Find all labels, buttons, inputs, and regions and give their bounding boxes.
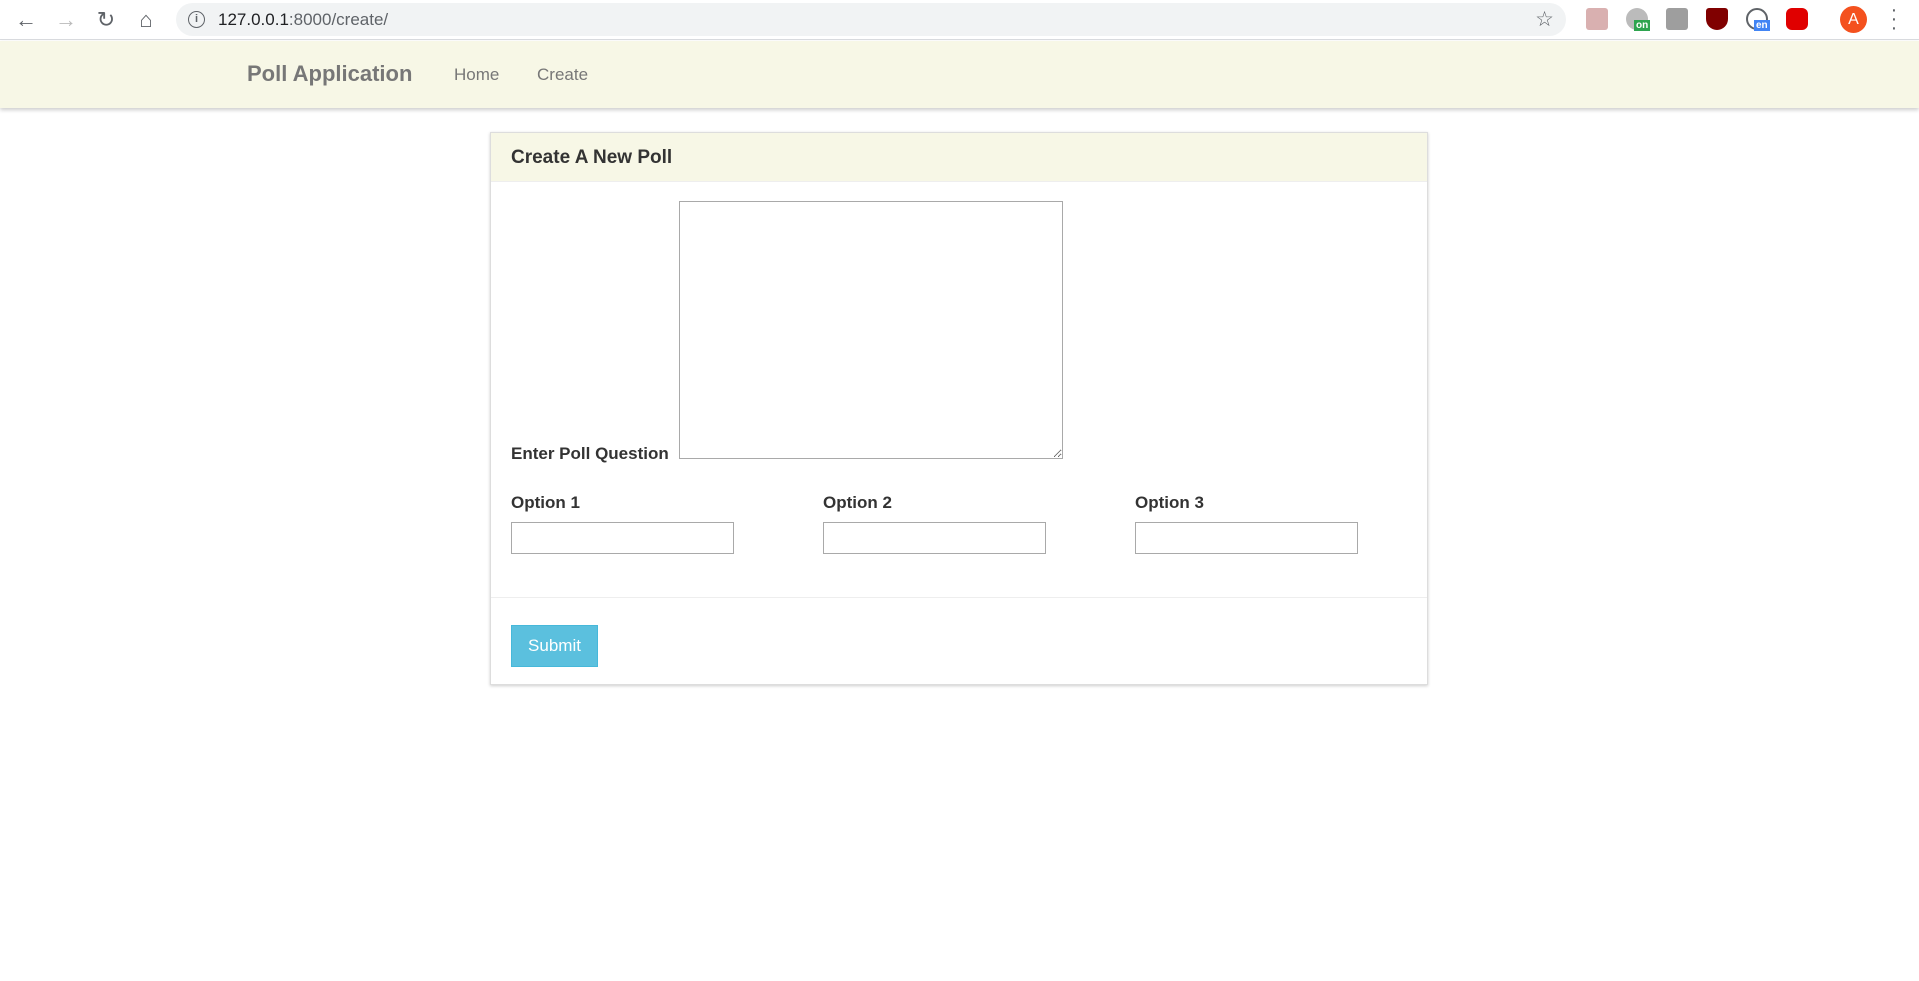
timer-on-icon[interactable]: on	[1626, 8, 1651, 31]
forward-icon[interactable]: →	[52, 8, 80, 32]
translate-icon[interactable]: en	[1746, 8, 1770, 31]
option1-label: Option 1	[511, 493, 580, 512]
navbar: Poll Application Home Create	[0, 41, 1919, 108]
question-textarea[interactable]	[679, 201, 1063, 459]
badge-on: on	[1634, 20, 1651, 31]
option3-input[interactable]	[1135, 522, 1358, 554]
info-icon[interactable]: i	[188, 11, 205, 28]
card-title: Create A New Poll	[491, 133, 1427, 182]
pdf-icon[interactable]	[1586, 8, 1608, 30]
home-icon[interactable]: ⌂	[132, 8, 160, 32]
adblock-icon[interactable]	[1786, 8, 1808, 30]
option3-label: Option 3	[1135, 493, 1204, 512]
url-path: :8000/create/	[288, 10, 389, 29]
option2-label: Option 2	[823, 493, 892, 512]
bookmark-star-icon[interactable]: ☆	[1535, 7, 1554, 32]
url-text: 127.0.0.1:8000/create/	[218, 10, 388, 30]
brand-link[interactable]: Poll Application	[247, 61, 412, 87]
reload-icon[interactable]: ↻	[92, 8, 120, 32]
create-poll-card: Create A New Poll Enter Poll Question Op…	[490, 132, 1428, 685]
option2-input[interactable]	[823, 522, 1046, 554]
card-footer-divider	[491, 597, 1427, 598]
submit-button[interactable]: Submit	[511, 625, 598, 667]
tb-icon[interactable]	[1666, 8, 1688, 30]
question-label: Enter Poll Question	[511, 444, 669, 463]
avatar[interactable]: A	[1840, 6, 1867, 33]
nav-create[interactable]: Create	[537, 65, 588, 85]
badge-en: en	[1754, 20, 1770, 31]
option1-input[interactable]	[511, 522, 734, 554]
url-host: 127.0.0.1	[218, 10, 289, 29]
browser-toolbar: ← → ↻ ⌂ i 127.0.0.1:8000/create/ ☆ on en…	[0, 0, 1919, 40]
ublock-icon[interactable]	[1706, 8, 1728, 30]
address-bar[interactable]: i 127.0.0.1:8000/create/ ☆	[176, 3, 1566, 36]
menu-icon[interactable]: · · ·	[1889, 0, 1899, 38]
nav-home[interactable]: Home	[454, 65, 499, 85]
back-icon[interactable]: ←	[12, 8, 40, 32]
